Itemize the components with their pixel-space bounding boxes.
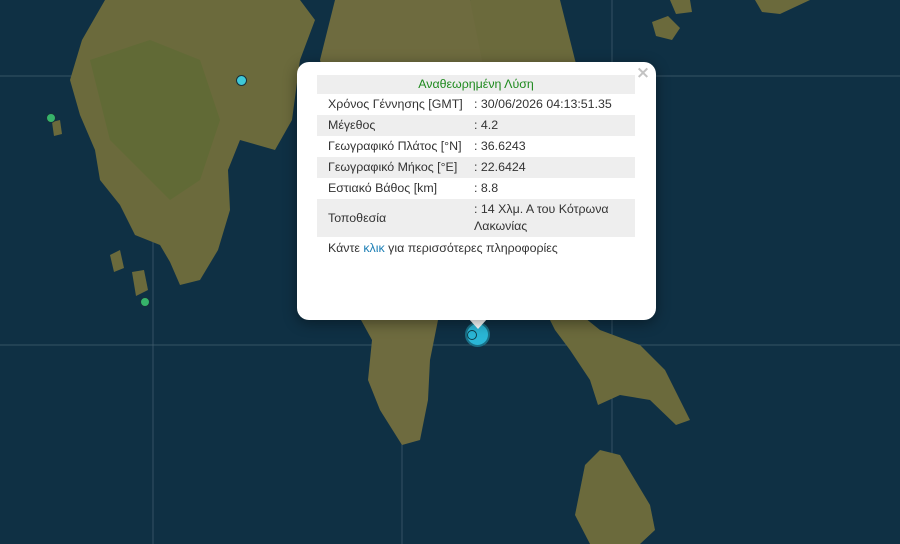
popup-title-row: Αναθεωρημένη Λύση [317, 75, 635, 94]
info-value: : 8.8 [474, 181, 499, 195]
info-row-latitude: Γεωγραφικό Πλάτος [°N] : 36.6243 [317, 136, 635, 157]
info-row-time: Χρόνος Γέννησης [GMT] : 30/06/2026 04:13… [317, 94, 635, 115]
earthquake-info-popup: × Αναθεωρημένη Λύση Χρόνος Γέννησης [GMT… [297, 62, 656, 320]
earthquake-marker-southwest[interactable] [140, 297, 150, 307]
info-label: Γεωγραφικό Πλάτος [°N] [328, 139, 462, 153]
info-value: : 30/06/2026 04:13:51.35 [474, 97, 612, 111]
info-label: Τοποθεσία [317, 199, 464, 237]
info-label: Εστιακό Βάθος [km] [328, 181, 438, 195]
info-row-longitude: Γεωγραφικό Μήκος [°E] : 22.6424 [317, 157, 635, 178]
info-value: : 14 Χλμ. Α του Κότρωνα Λακωνίας [464, 199, 635, 237]
earthquake-info-table: Αναθεωρημένη Λύση Χρόνος Γέννησης [GMT] … [317, 75, 635, 259]
more-info-prefix: Κάντε [328, 241, 360, 255]
info-label: Μέγεθος [317, 115, 464, 136]
info-value: : 22.6424 [464, 157, 635, 178]
earthquake-marker-north[interactable] [236, 75, 247, 86]
popup-title: Αναθεωρημένη Λύση [317, 75, 635, 94]
info-label: Χρόνος Γέννησης [GMT] [328, 97, 463, 111]
info-value: : 36.6243 [474, 139, 526, 153]
satellite-map[interactable]: × Αναθεωρημένη Λύση Χρόνος Γέννησης [GMT… [0, 0, 900, 544]
info-label: Γεωγραφικό Μήκος [°E] [317, 157, 464, 178]
more-info-suffix: για περισσότερες πληροφορίες [388, 241, 558, 255]
more-info-link[interactable]: κλικ [363, 241, 384, 255]
info-row-magnitude: Μέγεθος : 4.2 [317, 115, 635, 136]
more-info-row: Κάντε κλικ για περισσότερες πληροφορίες [317, 237, 635, 259]
earthquake-marker-west[interactable] [46, 113, 56, 123]
close-icon[interactable]: × [634, 64, 652, 82]
more-info-text: Κάντε κλικ για περισσότερες πληροφορίες [317, 237, 635, 259]
info-value: : 4.2 [464, 115, 635, 136]
info-row-location: Τοποθεσία : 14 Χλμ. Α του Κότρωνα Λακωνί… [317, 199, 635, 237]
earthquake-marker-selected-center [467, 330, 477, 340]
info-row-depth: Εστιακό Βάθος [km] : 8.8 [317, 178, 635, 199]
